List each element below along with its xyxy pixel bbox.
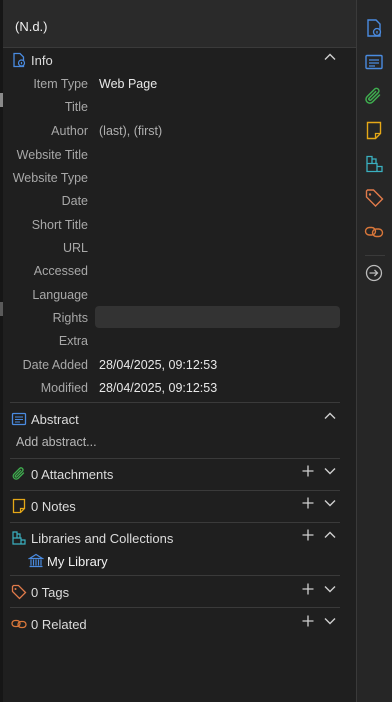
- related-section-title: 0 Related: [31, 617, 87, 632]
- notes-section-title: 0 Notes: [31, 499, 76, 514]
- chevron-down-icon[interactable]: [323, 496, 337, 510]
- section-divider: [10, 490, 340, 491]
- field-row-title: Title: [3, 98, 343, 120]
- field-label: Short Title: [31, 218, 88, 232]
- rights-field-box[interactable]: [95, 306, 340, 328]
- libraries-collections-icon: [11, 530, 27, 546]
- sidenav-rail: [356, 0, 392, 702]
- field-label: Modified: [40, 381, 88, 395]
- related-icon[interactable]: [364, 222, 386, 244]
- add-attachment-icon[interactable]: [301, 464, 315, 478]
- field-row-modified: Modified 28/04/2025, 09:12:53: [3, 379, 343, 401]
- field-row-extra: Extra: [3, 332, 343, 354]
- add-tag-icon[interactable]: [301, 582, 315, 596]
- info-section-title: Info: [31, 53, 53, 68]
- tags-section-header[interactable]: 0 Tags: [3, 579, 343, 605]
- chevron-up-icon[interactable]: [323, 528, 337, 542]
- notes-section-header[interactable]: 0 Notes: [3, 493, 343, 519]
- modified-value: 28/04/2025, 09:12:53: [99, 381, 218, 395]
- field-row-url: URL: [3, 239, 343, 261]
- libraries-icon[interactable]: [364, 154, 386, 176]
- link-icon: [11, 616, 27, 632]
- field-label: Language: [32, 288, 88, 302]
- add-note-icon[interactable]: [301, 496, 315, 510]
- field-row-accessed: Accessed: [3, 262, 343, 284]
- add-related-icon[interactable]: [301, 614, 315, 628]
- chevron-up-icon[interactable]: [323, 409, 337, 423]
- paperclip-icon: [11, 466, 27, 482]
- field-row-website-title: Website Title: [3, 146, 343, 168]
- tags-icon[interactable]: [364, 188, 386, 210]
- related-section-header[interactable]: 0 Related: [3, 611, 343, 637]
- locate-icon[interactable]: [364, 263, 386, 285]
- item-title[interactable]: (N.d.): [15, 19, 48, 34]
- chevron-down-icon[interactable]: [323, 582, 337, 596]
- chevron-down-icon[interactable]: [323, 464, 337, 478]
- library-building-icon: [27, 553, 45, 569]
- tag-icon: [11, 584, 27, 600]
- attachments-section-header[interactable]: 0 Attachments: [3, 461, 343, 487]
- field-label: Website Type: [12, 171, 88, 185]
- field-label: Rights: [52, 311, 88, 325]
- section-divider: [10, 458, 340, 459]
- field-label: Date: [61, 194, 88, 208]
- abstract-section-title: Abstract: [31, 412, 79, 427]
- field-row-language: Language: [3, 286, 343, 308]
- add-to-collection-icon[interactable]: [301, 528, 315, 542]
- info-section-header[interactable]: Info: [3, 47, 343, 73]
- field-row-website-type: Website Type: [3, 169, 343, 191]
- field-row-rights: Rights: [3, 306, 343, 331]
- field-label: URL: [62, 241, 88, 255]
- date-added-value: 28/04/2025, 09:12:53: [99, 358, 218, 372]
- libraries-section-title: Libraries and Collections: [31, 531, 174, 546]
- section-divider: [10, 575, 340, 576]
- field-row-date-added: Date Added 28/04/2025, 09:12:53: [3, 356, 343, 378]
- attachments-section-title: 0 Attachments: [31, 467, 114, 482]
- section-divider: [10, 402, 340, 403]
- field-row-item-type: Item Type Web Page: [3, 75, 343, 97]
- field-label: Extra: [58, 334, 88, 348]
- item-header: (N.d.): [3, 0, 356, 48]
- author-field[interactable]: (last), (first): [99, 124, 162, 138]
- section-divider: [10, 607, 340, 608]
- notes-icon[interactable]: [364, 120, 386, 142]
- sidenav-divider: [365, 255, 385, 256]
- field-row-date: Date: [3, 192, 343, 214]
- library-label: My Library: [47, 554, 108, 569]
- abstract-icon[interactable]: [364, 52, 386, 74]
- section-divider: [10, 522, 340, 523]
- field-row-author: Author (last), (first): [3, 122, 343, 144]
- field-label: Title: [64, 100, 88, 114]
- info-icon[interactable]: [364, 18, 386, 40]
- item-pane: (N.d.) Info Item Type Web Page Title Aut…: [0, 0, 356, 702]
- field-label: Date Added: [22, 358, 88, 372]
- field-label: Website Title: [16, 148, 88, 162]
- item-type-select[interactable]: Web Page: [99, 77, 157, 91]
- chevron-down-icon[interactable]: [323, 614, 337, 628]
- chevron-up-icon[interactable]: [323, 50, 337, 64]
- field-row-short-title: Short Title: [3, 216, 343, 238]
- tags-section-title: 0 Tags: [31, 585, 70, 600]
- field-label: Accessed: [33, 264, 88, 278]
- abstract-icon: [11, 411, 27, 427]
- abstract-section-header[interactable]: Abstract: [3, 406, 343, 432]
- abstract-input[interactable]: Add abstract...: [16, 435, 97, 449]
- note-icon: [11, 498, 27, 514]
- libraries-section-header[interactable]: Libraries and Collections: [3, 525, 343, 551]
- field-label: Author: [51, 124, 88, 138]
- field-label: Item Type: [33, 77, 88, 91]
- info-document-icon: [11, 52, 27, 68]
- attachments-icon[interactable]: [364, 86, 386, 108]
